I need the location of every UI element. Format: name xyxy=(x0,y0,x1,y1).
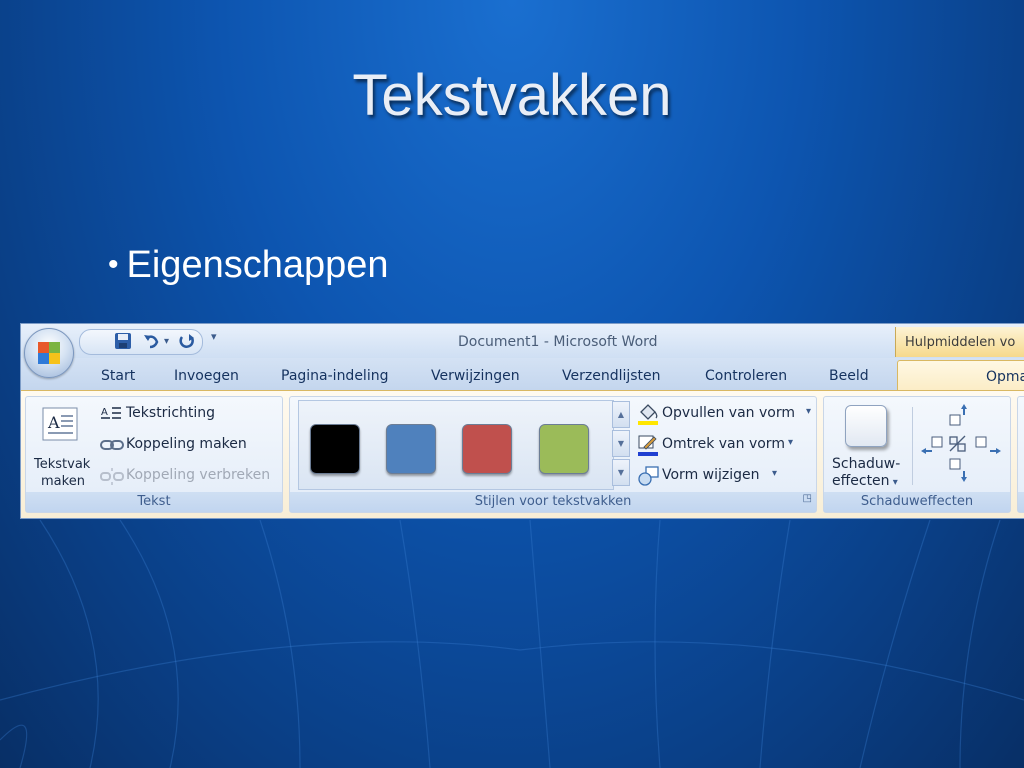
group-tekst: A Tekstvak maken A Tekstrichting Koppeli… xyxy=(25,396,283,513)
tab-pagina-indeling[interactable]: Pagina-indeling xyxy=(281,368,388,384)
bullet-dot: • xyxy=(108,248,119,281)
tab-controleren[interactable]: Controleren xyxy=(705,368,787,384)
opvullen-label: Opvullen van vorm xyxy=(662,405,795,421)
style-swatch-red[interactable] xyxy=(462,424,512,474)
word-ribbon-screenshot: ▾ ▾ Document1 - Microsoft Word Hulpmidde… xyxy=(20,323,1024,519)
shadow-effects-icon xyxy=(845,405,887,447)
tab-beeld[interactable]: Beeld xyxy=(829,368,869,384)
dialog-launcher-icon[interactable]: ◳ xyxy=(803,489,812,509)
schaduweffecten-button[interactable]: Schaduw- effecten ▾ xyxy=(828,401,906,491)
redo-icon[interactable] xyxy=(178,332,196,354)
vorm-wijzigen-label: Vorm wijzigen xyxy=(662,467,760,483)
ribbon-tabs: Start Invoegen Pagina-indeling Verwijzin… xyxy=(21,358,1024,392)
group-tekst-label: Tekst xyxy=(26,492,282,512)
tekstrichting-button[interactable]: A Tekstrichting xyxy=(98,403,278,425)
omtrek-dropdown-icon[interactable]: ▾ xyxy=(788,437,793,448)
tab-start[interactable]: Start xyxy=(101,368,135,384)
omtrek-label: Omtrek van vorm xyxy=(662,436,785,452)
tekstvak-maken-button[interactable]: A Tekstvak maken xyxy=(30,403,92,489)
shadow-nudge-icons xyxy=(921,404,1001,482)
style-swatch-blue[interactable] xyxy=(386,424,436,474)
text-box-icon: A xyxy=(42,407,78,441)
pen-outline-icon xyxy=(638,435,658,456)
koppeling-verbreken-label: Koppeling verbreken xyxy=(126,467,271,483)
office-logo-icon xyxy=(38,342,60,364)
gallery-scroll-up-icon[interactable]: ▲ xyxy=(612,401,630,428)
gallery-scroll-down-icon[interactable]: ▼ xyxy=(612,430,630,457)
undo-icon[interactable] xyxy=(142,332,160,354)
tab-invoegen[interactable]: Invoegen xyxy=(174,368,239,384)
svg-text:A: A xyxy=(47,413,60,432)
schaduw-label-2-text: effecten xyxy=(832,473,890,489)
vorm-wijzigen-button[interactable]: Vorm wijzigen ▾ xyxy=(636,465,816,487)
change-shape-icon xyxy=(638,466,659,486)
style-swatch-black[interactable] xyxy=(310,424,360,474)
tekstvak-label-2: maken xyxy=(41,474,85,489)
slide-title: Tekstvakken xyxy=(352,63,672,128)
ribbon-body: A Tekstvak maken A Tekstrichting Koppeli… xyxy=(21,390,1024,518)
paint-bucket-icon xyxy=(638,404,658,425)
contextual-tab-header: Hulpmiddelen vo xyxy=(895,327,1024,357)
koppeling-verbreken-button[interactable]: Koppeling verbreken xyxy=(98,465,282,487)
group-stijlen-label: Stijlen voor tekstvakken ◳ xyxy=(290,492,816,512)
tekstvak-label-1: Tekstvak xyxy=(34,457,91,472)
broken-link-icon xyxy=(100,468,124,485)
customize-qat-icon[interactable]: ▾ xyxy=(211,330,217,343)
omtrek-van-vorm-button[interactable]: Omtrek van vorm ▾ xyxy=(636,434,816,456)
koppeling-maken-label: Koppeling maken xyxy=(126,436,247,452)
group-schaduw: Schaduw- effecten ▾ Schaduweffecten xyxy=(823,396,1011,513)
group-stijlen: ▲ ▼ ▼ Opvullen van vorm ▾ Omtrek van vor xyxy=(289,396,817,513)
undo-dropdown-icon[interactable]: ▾ xyxy=(164,336,169,347)
text-direction-icon: A xyxy=(101,407,121,419)
group-schaduw-label: Schaduweffecten xyxy=(824,492,1010,512)
group-next-partial xyxy=(1017,396,1024,513)
office-button[interactable] xyxy=(24,328,74,378)
tab-opmaak[interactable]: Opma xyxy=(897,360,1024,392)
schaduw-label-2: effecten ▾ xyxy=(832,473,898,489)
tekstrichting-label: Tekstrichting xyxy=(126,405,216,421)
group-next-label xyxy=(1018,492,1024,512)
quick-access-toolbar: ▾ xyxy=(79,329,203,355)
tab-verwijzingen[interactable]: Verwijzingen xyxy=(431,368,520,384)
koppeling-maken-button[interactable]: Koppeling maken xyxy=(98,434,278,456)
gallery-more-icon[interactable]: ▼ xyxy=(612,459,630,486)
schaduw-label-1: Schaduw- xyxy=(832,456,901,472)
title-bar: ▾ ▾ Document1 - Microsoft Word Hulpmidde… xyxy=(21,324,1024,358)
window-title: Document1 - Microsoft Word xyxy=(458,334,658,350)
save-icon[interactable] xyxy=(114,332,132,354)
bullet-item: • Eigenschappen xyxy=(108,244,389,287)
style-swatch-green[interactable] xyxy=(539,424,589,474)
group-stijlen-label-text: Stijlen voor tekstvakken xyxy=(474,494,632,509)
schaduw-dropdown-icon[interactable]: ▾ xyxy=(890,477,898,488)
bullet-text: Eigenschappen xyxy=(126,244,389,286)
chain-link-icon xyxy=(100,440,124,450)
opvullen-dropdown-icon[interactable]: ▾ xyxy=(806,406,811,417)
group-divider xyxy=(912,407,913,485)
tab-verzendlijsten[interactable]: Verzendlijsten xyxy=(562,368,661,384)
opvullen-van-vorm-button[interactable]: Opvullen van vorm ▾ xyxy=(636,403,816,425)
svg-text:A: A xyxy=(101,407,108,418)
vorm-dropdown-icon[interactable]: ▾ xyxy=(772,468,777,479)
